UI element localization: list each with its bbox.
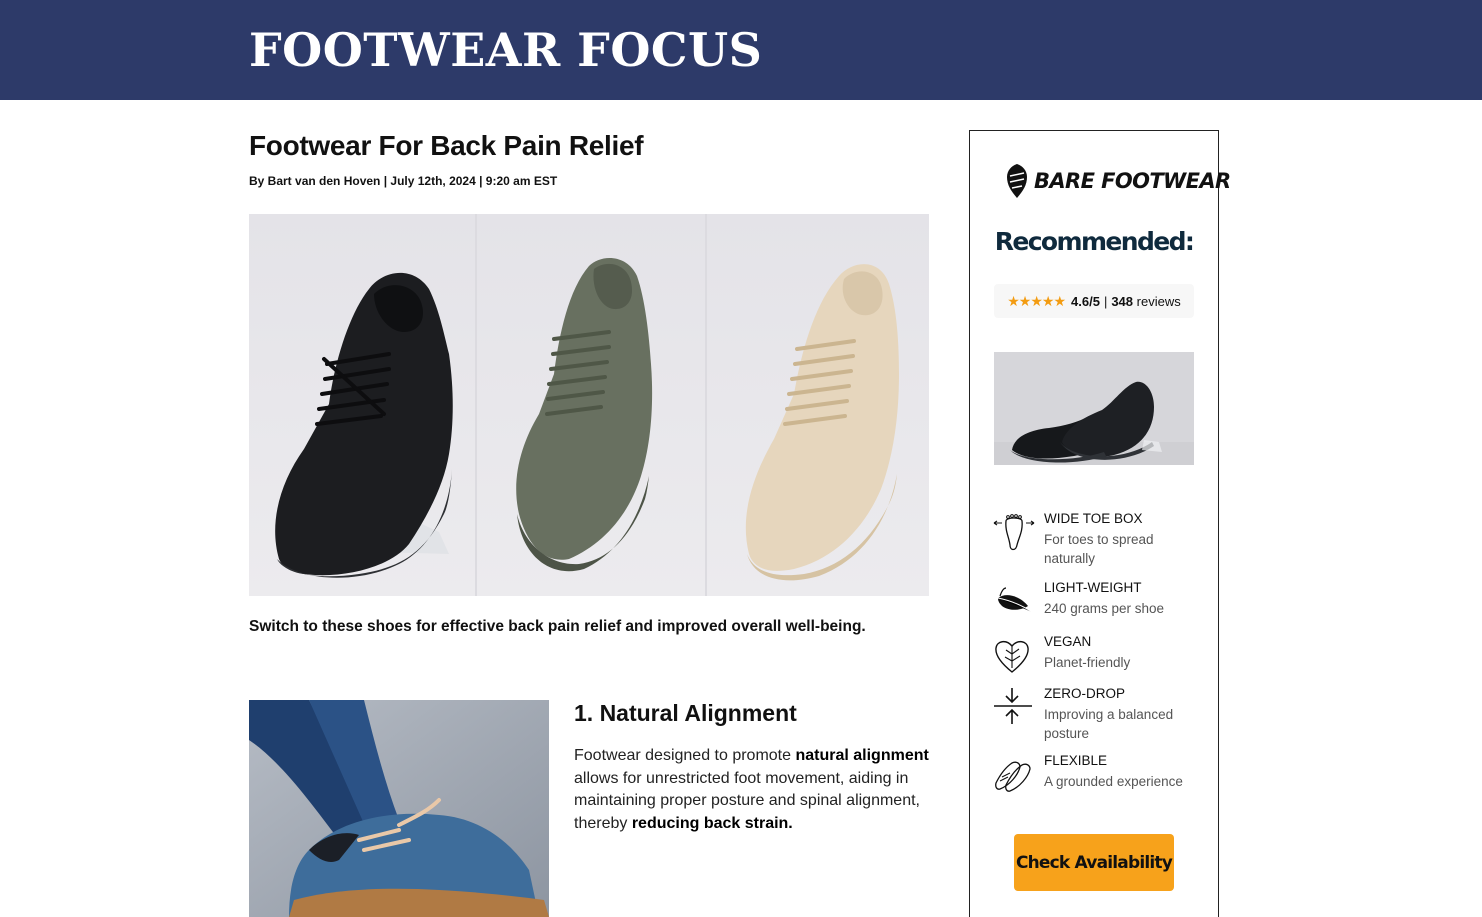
product-image	[994, 352, 1194, 465]
article-byline: By Bart van den Hoven | July 12th, 2024 …	[249, 174, 558, 188]
check-availability-button[interactable]: Check Availability	[1014, 834, 1174, 891]
rating-badge: ★★★★★ 4.6/5 | 348 reviews	[994, 284, 1194, 318]
feather-icon	[997, 587, 1033, 613]
recommendation-sidebar: BARE FOOTWEAR Recommended: ★★★★★ 4.6/5 |…	[969, 130, 1231, 917]
feature-description: Improving a balanced posture	[1044, 707, 1174, 741]
feature-description: 240 grams per shoe	[1044, 601, 1165, 616]
article-intro: Switch to these shoes for effective back…	[249, 618, 866, 635]
star-rating-icon: ★★★★★	[1007, 292, 1066, 309]
section-body-emphasis: reducing back strain.	[631, 814, 793, 832]
brand-logo[interactable]: BARE FOOTWEAR	[1006, 163, 1231, 199]
leaf-heart-icon	[995, 641, 1029, 673]
rating-separator: |	[1103, 293, 1108, 309]
feature-description: For toes to spread naturally	[1044, 532, 1154, 566]
foot-icon	[993, 514, 1035, 551]
review-count: 348	[1111, 293, 1134, 309]
article-headline: Footwear For Back Pain Relief	[249, 130, 644, 161]
brand-logo-icon	[1007, 164, 1027, 198]
feature-title: WIDE TOE BOX	[1044, 511, 1143, 526]
feature-title: VEGAN	[1044, 634, 1092, 649]
section-title-natural-alignment: 1. Natural Alignment	[574, 700, 797, 726]
recommended-heading: Recommended:	[994, 227, 1195, 256]
feature-title: FLEXIBLE	[1044, 753, 1108, 768]
article: Footwear For Back Pain Relief By Bart va…	[249, 100, 929, 917]
brand-name: BARE FOOTWEAR	[1034, 169, 1231, 193]
arrows-converge-icon	[994, 688, 1032, 724]
section-body-text: Footwear designed to promote	[574, 747, 796, 764]
flexible-shoe-icon	[995, 761, 1031, 792]
feature-description: A grounded experience	[1044, 774, 1183, 789]
site-title[interactable]: FOOTWEAR FOCUS	[249, 22, 762, 78]
section-body-emphasis: natural alignment	[795, 747, 929, 764]
feature-title: LIGHT-WEIGHT	[1044, 580, 1142, 595]
feature-title: ZERO-DROP	[1044, 686, 1125, 701]
feature-description: Planet-friendly	[1044, 655, 1131, 670]
section-image-walking-shoe	[249, 700, 549, 917]
rating-score: 4.6/5	[1071, 293, 1100, 309]
section-body-natural-alignment: Footwear designed to promote natural ali…	[574, 745, 932, 835]
reviews-label: reviews	[1136, 293, 1181, 309]
site-header: FOOTWEAR FOCUS	[0, 0, 1482, 100]
hero-image	[249, 214, 929, 596]
